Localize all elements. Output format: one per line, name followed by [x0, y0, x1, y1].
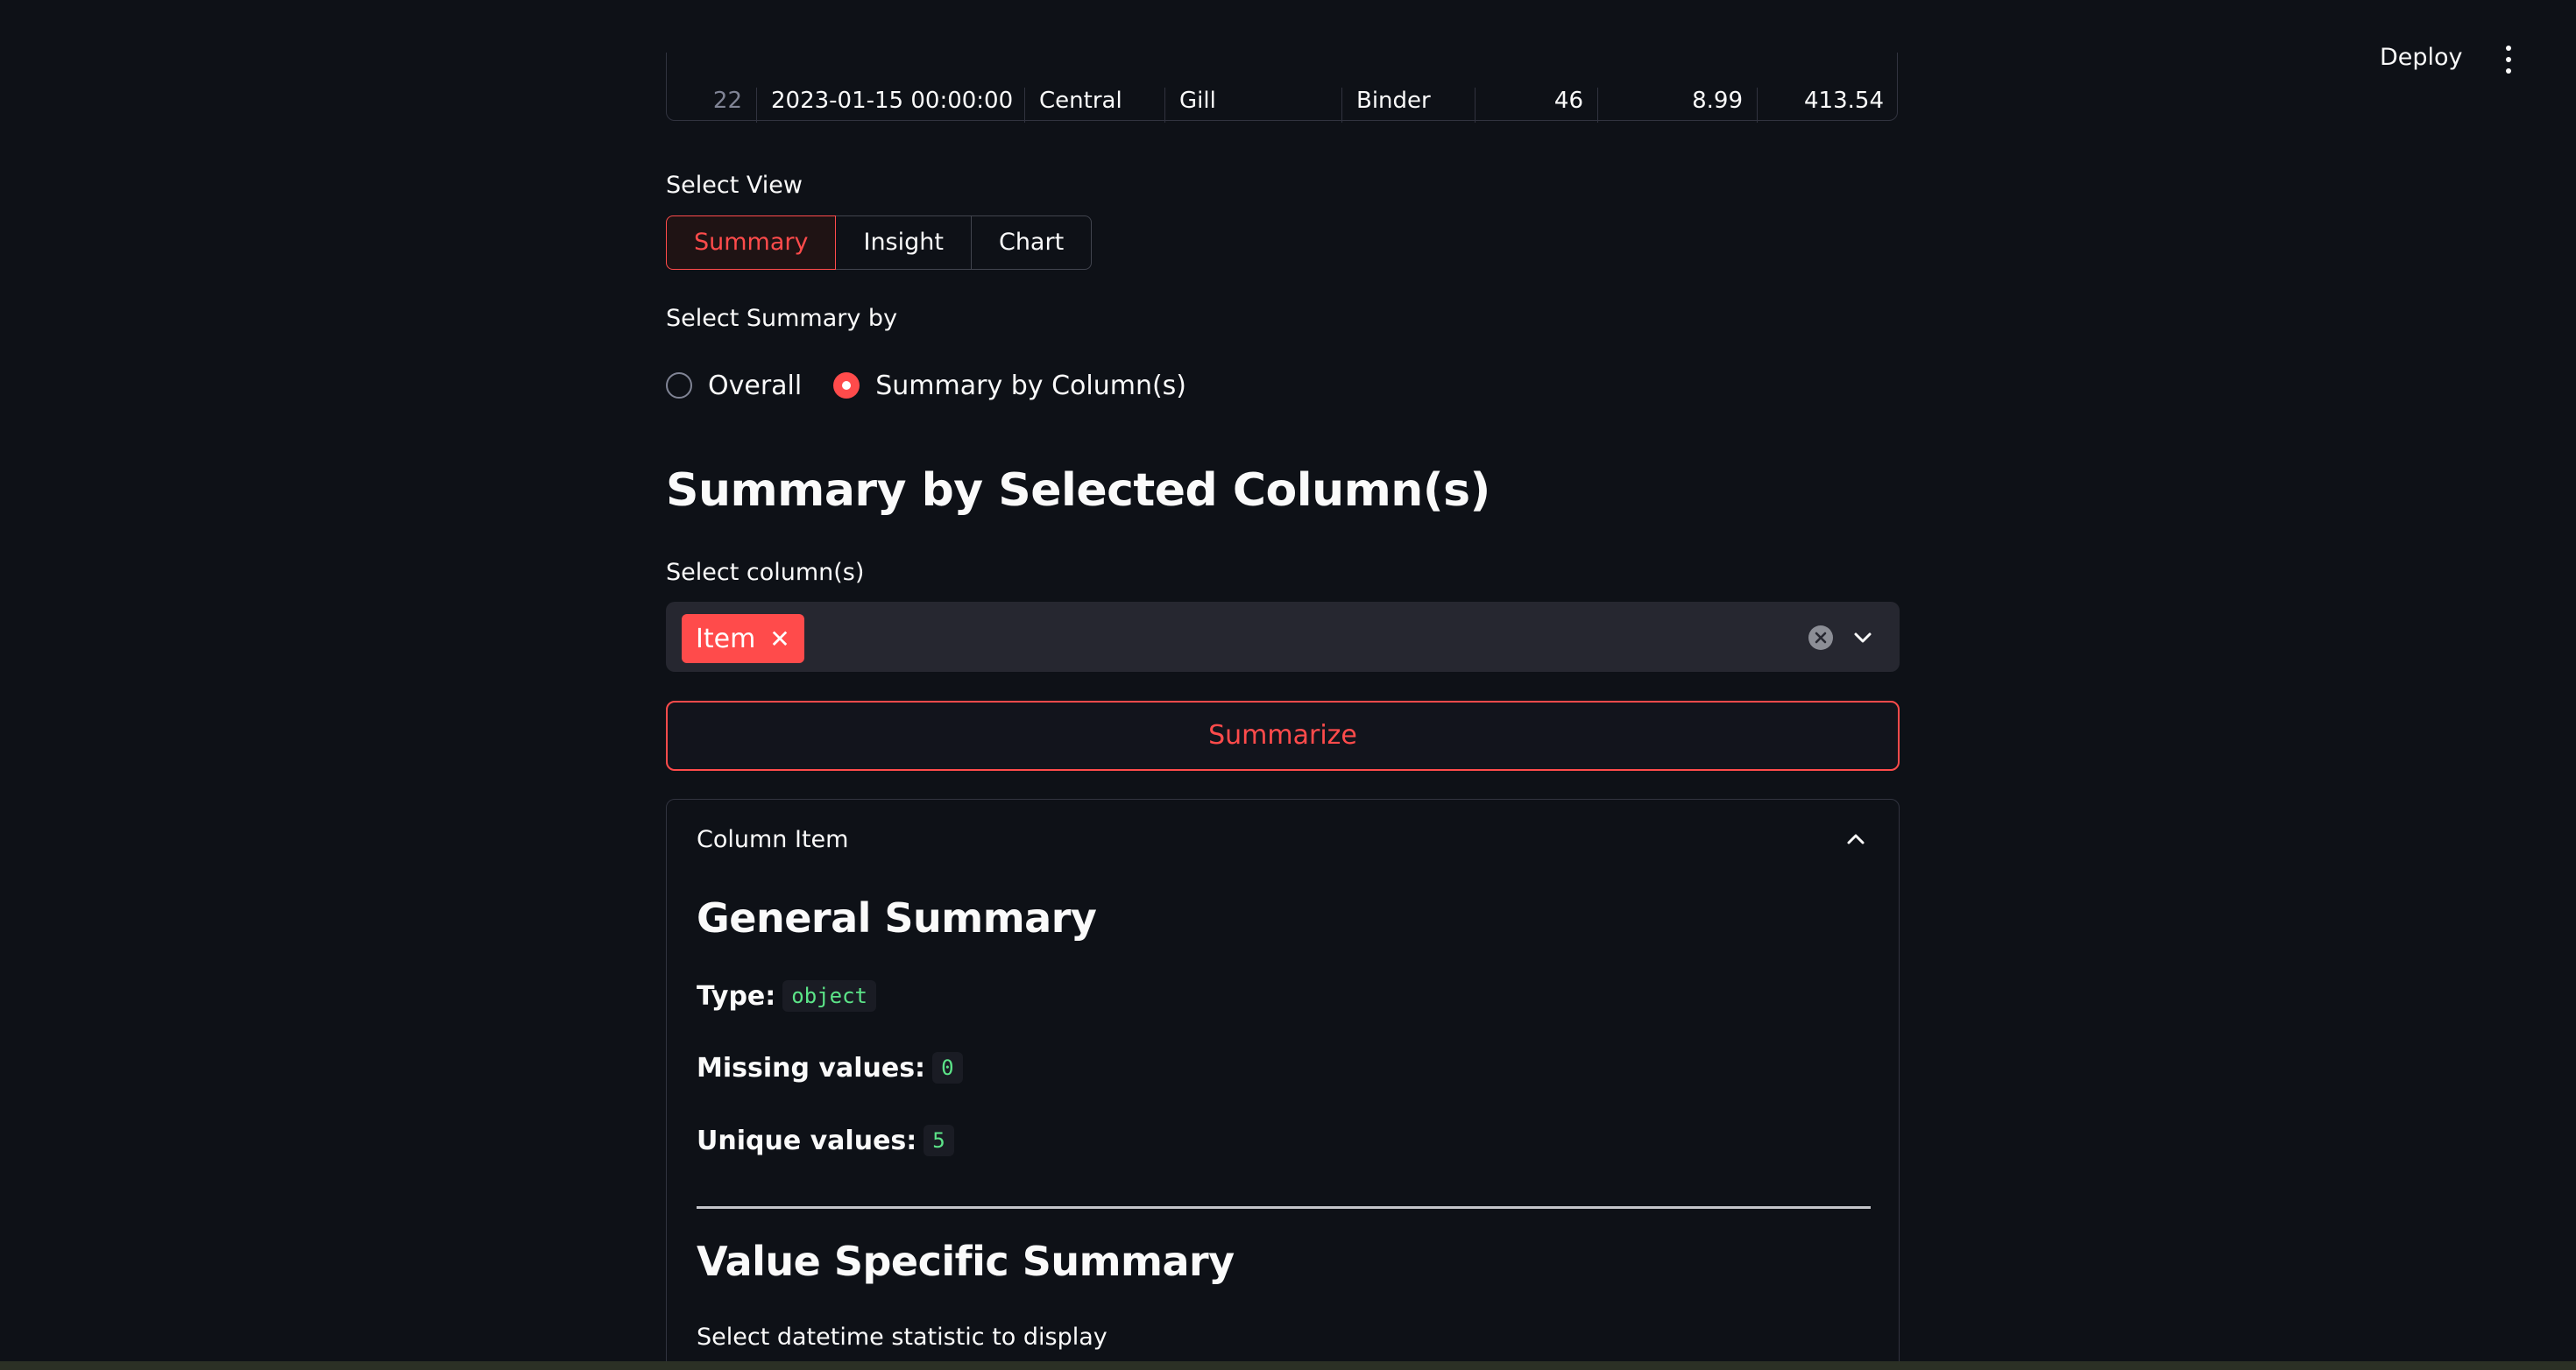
- page-heading: Summary by Selected Column(s): [666, 464, 1490, 517]
- type-value: object: [782, 980, 876, 1012]
- table-cell-date: 2023-01-15 00:00:00: [757, 88, 1025, 123]
- table-cell-region: Central: [1025, 88, 1165, 123]
- view-segmented-control: Summary Insight Chart: [666, 215, 1093, 270]
- app-root: Deploy 22 2023-01-15 00:00:00 Central Gi…: [0, 0, 2576, 1370]
- radio-summary-by-columns[interactable]: Summary by Column(s): [833, 371, 1186, 401]
- table-cell-units: 46: [1476, 88, 1598, 123]
- unique-values-row: Unique values: 5: [697, 1125, 954, 1156]
- missing-values-row: Missing values: 0: [697, 1052, 963, 1084]
- table-cell-unit-cost: 8.99: [1598, 88, 1758, 123]
- menu-dot: [2506, 68, 2511, 74]
- radio-overall[interactable]: Overall: [666, 371, 802, 401]
- table-row[interactable]: 22 2023-01-15 00:00:00 Central Gill Bind…: [666, 88, 1898, 123]
- select-view-label: Select View: [666, 172, 803, 199]
- radio-summary-by-columns-label: Summary by Column(s): [875, 370, 1186, 401]
- radio-checked-icon[interactable]: [833, 372, 860, 399]
- missing-values-label: Missing values:: [697, 1052, 926, 1084]
- summary-by-radio-group: Overall Summary by Column(s): [666, 368, 1218, 403]
- general-summary-heading: General Summary: [697, 894, 1097, 942]
- deploy-button[interactable]: Deploy: [2373, 40, 2470, 74]
- unique-values-value: 5: [924, 1125, 954, 1156]
- datetime-statistic-label: Select datetime statistic to display: [697, 1324, 1108, 1351]
- selected-chip-item[interactable]: Item ✕: [682, 614, 804, 663]
- view-option-summary[interactable]: Summary: [666, 215, 837, 270]
- menu-dot: [2506, 57, 2511, 62]
- view-option-insight[interactable]: Insight: [835, 215, 972, 270]
- radio-overall-label: Overall: [708, 370, 803, 401]
- table-cell-rep: Gill: [1165, 88, 1342, 123]
- chip-remove-icon[interactable]: ✕: [769, 625, 789, 653]
- summary-by-label: Select Summary by: [666, 305, 898, 332]
- type-label: Type:: [697, 980, 776, 1012]
- radio-unchecked-icon[interactable]: [666, 372, 692, 399]
- type-row: Type: object: [697, 980, 876, 1012]
- missing-values-value: 0: [932, 1052, 963, 1084]
- chip-label: Item: [696, 623, 756, 654]
- table-cell-total: 413.54: [1804, 88, 1884, 114]
- column-expander: Column Item General Summary Type: object…: [666, 799, 1900, 1370]
- table-cell-item: Binder: [1342, 88, 1476, 123]
- select-columns-label: Select column(s): [666, 559, 865, 586]
- chevron-down-icon[interactable]: [1851, 625, 1875, 650]
- unique-values-label: Unique values:: [697, 1125, 917, 1156]
- dataframe-partial[interactable]: 22 2023-01-15 00:00:00 Central Gill Bind…: [666, 53, 1900, 123]
- chevron-up-icon[interactable]: [1844, 828, 1867, 851]
- divider: [697, 1206, 1871, 1209]
- value-specific-heading: Value Specific Summary: [697, 1238, 1235, 1285]
- summarize-button[interactable]: Summarize: [666, 701, 1900, 771]
- table-cell-index: 22: [666, 88, 757, 123]
- view-option-chart[interactable]: Chart: [970, 215, 1093, 270]
- clear-all-icon[interactable]: [1808, 625, 1833, 650]
- more-vertical-icon[interactable]: [2495, 42, 2522, 77]
- columns-multiselect[interactable]: Item ✕: [666, 602, 1900, 672]
- menu-dot: [2506, 46, 2511, 51]
- expander-title[interactable]: Column Item: [697, 826, 848, 853]
